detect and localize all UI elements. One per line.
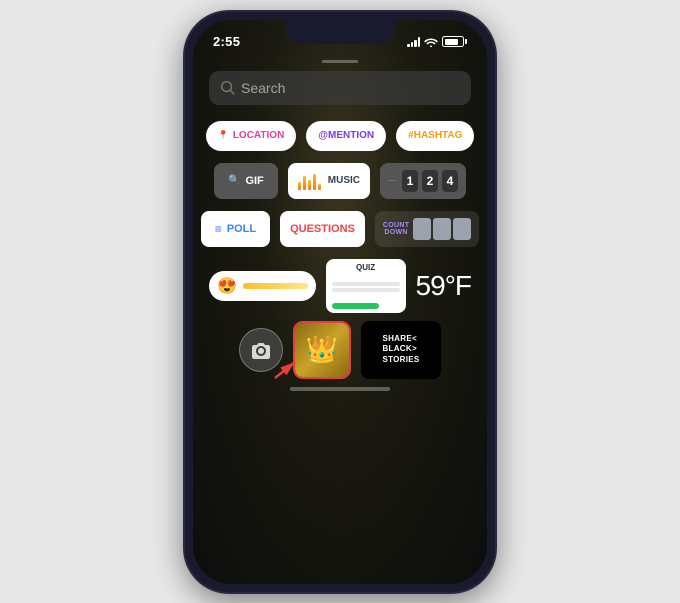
- emoji-slider-thumb: 😍: [217, 276, 237, 296]
- quiz-line-2: [332, 288, 400, 292]
- sticker-location[interactable]: 📍 LOCATION: [206, 121, 297, 151]
- sticker-counter[interactable]: ··· 1 2 4: [380, 163, 466, 199]
- music-bars-icon: [298, 172, 321, 190]
- slider-track: [243, 283, 308, 289]
- sticker-temperature[interactable]: 59°F: [416, 270, 471, 302]
- gif-label: GIF: [245, 175, 263, 187]
- poll-lines-icon: ≡: [215, 222, 222, 236]
- camera-icon: [251, 341, 271, 359]
- sticker-row-4: 😍 QUIZ 59°F: [209, 259, 471, 313]
- sticker-grid: 📍 LOCATION @MENTION #HASHTAG 🔍 GIF: [193, 121, 487, 313]
- hashtag-label: #HASHTAG: [408, 130, 462, 141]
- home-bar: [290, 387, 390, 391]
- bottom-row: 👑 SHARE<BLACK>STORIES: [193, 321, 487, 379]
- arrow-indicator: [273, 360, 301, 385]
- music-label: MUSIC: [328, 175, 360, 186]
- quiz-title: QUIZ: [332, 263, 400, 272]
- location-dot: 📍: [218, 130, 229, 141]
- sticker-row-1: 📍 LOCATION @MENTION #HASHTAG: [209, 121, 471, 151]
- sticker-mention[interactable]: @MENTION: [306, 121, 386, 151]
- counter-digit-1: 1: [402, 170, 418, 192]
- sticker-row-3: ≡ POLL QUESTIONS COUNTDOWN: [209, 211, 471, 247]
- counter-dots: ···: [388, 176, 396, 185]
- sticker-countdown[interactable]: COUNTDOWN: [375, 211, 479, 247]
- crown-icon: 👑: [306, 334, 338, 365]
- counter-digit-2: 2: [422, 170, 438, 192]
- sticker-music[interactable]: MUSIC: [288, 163, 370, 199]
- sticker-emoji-slider[interactable]: 😍: [209, 271, 316, 301]
- home-indicator: [193, 387, 487, 391]
- questions-label: QUESTIONS: [290, 223, 355, 235]
- location-label: LOCATION: [233, 130, 284, 141]
- sticker-gif[interactable]: 🔍 GIF: [214, 163, 278, 199]
- sticker-row-2: 🔍 GIF MUSIC ··· 1 2: [209, 163, 471, 199]
- status-icons: [407, 36, 467, 47]
- sticker-crown-highlighted[interactable]: 👑: [293, 321, 351, 379]
- search-bar[interactable]: Search: [209, 71, 471, 105]
- sticker-poll[interactable]: ≡ POLL: [201, 211, 270, 247]
- countdown-block-3: [453, 218, 471, 240]
- mention-label: @MENTION: [318, 130, 374, 141]
- share-black-stories-text: SHARE<BLACK>STORIES: [382, 334, 419, 365]
- phone-screen: 2:55: [193, 20, 487, 584]
- time-display: 2:55: [213, 34, 240, 49]
- battery-icon: [442, 36, 467, 47]
- sticker-hashtag[interactable]: #HASHTAG: [396, 121, 474, 151]
- sticker-quiz[interactable]: QUIZ: [326, 259, 406, 313]
- sticker-share-black-stories[interactable]: SHARE<BLACK>STORIES: [361, 321, 441, 379]
- countdown-label: COUNTDOWN: [383, 222, 409, 236]
- sticker-questions[interactable]: QUESTIONS: [280, 211, 365, 247]
- quiz-lines: [332, 282, 400, 292]
- quiz-progress-bar: [332, 303, 380, 309]
- gif-search-icon: 🔍: [228, 175, 240, 186]
- wifi-icon: [424, 37, 438, 47]
- status-bar: 2:55: [193, 20, 487, 56]
- search-placeholder: Search: [241, 80, 285, 96]
- countdown-block-2: [433, 218, 451, 240]
- counter-digit-3: 4: [442, 170, 458, 192]
- crown-sticker: 👑: [295, 323, 349, 377]
- signal-icon: [407, 37, 420, 47]
- poll-label: POLL: [227, 223, 256, 235]
- quiz-line-1: [332, 282, 400, 286]
- search-icon: [221, 81, 235, 95]
- countdown-block-1: [413, 218, 431, 240]
- handle-bar: [322, 60, 358, 63]
- phone-frame: 2:55: [185, 12, 495, 592]
